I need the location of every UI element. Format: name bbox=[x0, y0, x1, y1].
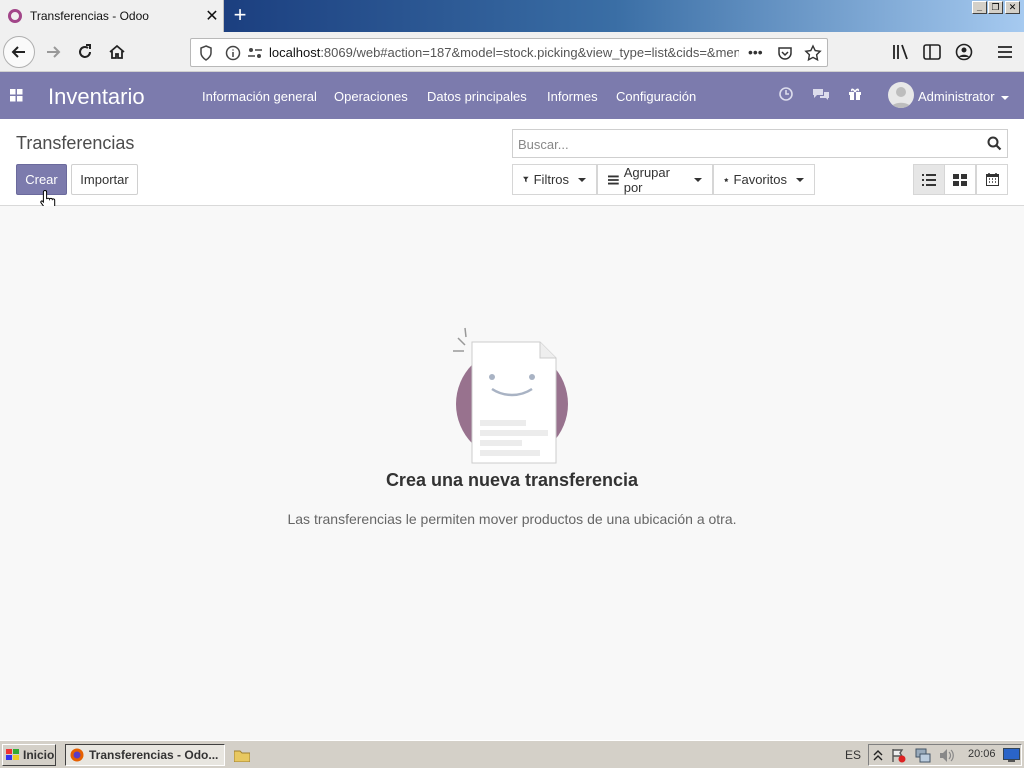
account-icon[interactable] bbox=[955, 43, 973, 61]
home-icon bbox=[109, 44, 125, 59]
favorites-dropdown[interactable]: Favoritos bbox=[713, 164, 815, 195]
back-arrow-icon bbox=[11, 46, 25, 58]
breadcrumb: Transferencias bbox=[16, 133, 135, 153]
kanban-view-icon bbox=[953, 173, 967, 186]
menu-operaciones[interactable]: Operaciones bbox=[334, 89, 408, 104]
calendar-view-icon bbox=[985, 173, 999, 186]
activity-clock-icon[interactable] bbox=[779, 87, 793, 101]
desktop-icon[interactable] bbox=[1003, 748, 1020, 763]
odoo-favicon-icon bbox=[8, 9, 22, 23]
folder-icon[interactable] bbox=[234, 749, 250, 762]
permissions-icon[interactable] bbox=[247, 46, 263, 60]
start-button[interactable]: Inicio bbox=[2, 744, 56, 766]
main-content: Crea una nueva transferencia Las transfe… bbox=[0, 206, 1024, 740]
volume-icon[interactable] bbox=[939, 748, 955, 763]
favorites-label: Favoritos bbox=[733, 172, 787, 187]
import-button[interactable]: Importar bbox=[71, 164, 138, 195]
forward-arrow-icon bbox=[47, 46, 61, 58]
browser-tab[interactable]: Transferencias - Odoo ✕ bbox=[0, 0, 224, 32]
app-name[interactable]: Inventario bbox=[48, 84, 145, 110]
filters-label: Filtros bbox=[533, 172, 569, 187]
search-input[interactable]: Buscar... bbox=[518, 137, 569, 152]
taskbar-clock: 20:06 bbox=[968, 748, 996, 760]
taskbar-item-label: Transferencias - Odo... bbox=[89, 748, 219, 762]
menu-datos-principales[interactable]: Datos principales bbox=[427, 89, 527, 104]
kanban-view-button[interactable] bbox=[944, 164, 976, 195]
empty-document-illustration-icon bbox=[453, 327, 568, 464]
start-label: Inicio bbox=[23, 748, 55, 762]
control-panel: Transferencias Crear Importar Buscar... … bbox=[0, 119, 1024, 210]
search-bar[interactable]: Buscar... bbox=[512, 129, 1008, 158]
page-actions-icon[interactable]: ••• bbox=[748, 44, 763, 60]
tray-expand-icon[interactable] bbox=[873, 749, 883, 761]
user-menu[interactable]: Administrator bbox=[918, 89, 1009, 104]
filter-icon bbox=[523, 176, 529, 183]
chevron-down-icon bbox=[1000, 95, 1009, 100]
empty-state-text: Las transferencias le permiten mover pro… bbox=[287, 511, 737, 527]
user-avatar[interactable] bbox=[888, 82, 914, 108]
reload-button[interactable] bbox=[69, 36, 101, 68]
filters-dropdown[interactable]: Filtros bbox=[512, 164, 597, 195]
chevron-down-icon bbox=[578, 177, 586, 182]
bookmark-star-icon[interactable] bbox=[804, 44, 822, 62]
user-silhouette-icon bbox=[891, 87, 911, 108]
network-icon[interactable] bbox=[915, 748, 931, 763]
groupby-label: Agrupar por bbox=[623, 164, 670, 195]
windows-taskbar: Inicio Transferencias - Odo... ES 20:06 bbox=[0, 740, 1024, 768]
library-icon[interactable] bbox=[892, 44, 910, 60]
reload-icon bbox=[79, 44, 91, 58]
search-icon[interactable] bbox=[987, 136, 1002, 151]
windows-logo-icon bbox=[6, 749, 19, 760]
user-name: Administrator bbox=[918, 89, 995, 104]
menu-configuracion[interactable]: Configuración bbox=[616, 89, 696, 104]
url-text[interactable]: localhost:8069/web#action=187&model=stoc… bbox=[269, 45, 739, 60]
menu-informes[interactable]: Informes bbox=[547, 89, 598, 104]
restore-icon[interactable]: ❐ bbox=[988, 1, 1003, 14]
pocket-icon[interactable] bbox=[777, 45, 793, 61]
apps-menu-icon[interactable] bbox=[10, 89, 23, 102]
info-icon[interactable] bbox=[225, 45, 241, 61]
browser-navbar: localhost:8069/web#action=187&model=stoc… bbox=[0, 32, 1024, 72]
menu-informacion-general[interactable]: Información general bbox=[202, 89, 317, 104]
empty-state-title: Crea una nueva transferencia bbox=[385, 470, 639, 490]
hamburger-menu-icon[interactable] bbox=[997, 45, 1013, 59]
list-view-button[interactable] bbox=[913, 164, 945, 195]
list-view-icon bbox=[922, 173, 936, 186]
url-bar[interactable]: localhost:8069/web#action=187&model=stoc… bbox=[190, 38, 828, 67]
shield-icon[interactable] bbox=[199, 45, 213, 61]
sidebar-icon[interactable] bbox=[923, 44, 941, 60]
chevron-down-icon bbox=[694, 177, 702, 182]
close-tab-icon[interactable]: ✕ bbox=[201, 6, 223, 26]
minimize-icon[interactable]: _ bbox=[972, 1, 987, 14]
window-close-icon[interactable]: ✕ bbox=[1005, 1, 1020, 14]
groupby-dropdown[interactable]: Agrupar por bbox=[597, 164, 713, 195]
taskbar-firefox-item[interactable]: Transferencias - Odo... bbox=[65, 744, 225, 766]
language-indicator[interactable]: ES bbox=[845, 748, 861, 762]
forward-button[interactable] bbox=[37, 36, 69, 68]
security-alert-icon[interactable] bbox=[891, 748, 907, 763]
chevron-down-icon bbox=[796, 177, 804, 182]
tab-title: Transferencias - Odoo bbox=[30, 9, 149, 23]
browser-tab-bar: Transferencias - Odoo ✕ + _ ❐ ✕ bbox=[0, 0, 1024, 32]
back-button[interactable] bbox=[3, 36, 35, 68]
messages-icon[interactable] bbox=[812, 87, 830, 101]
star-icon bbox=[724, 177, 729, 182]
gift-icon[interactable] bbox=[848, 87, 862, 101]
odoo-main-navbar: Inventario Información general Operacion… bbox=[0, 72, 1024, 119]
home-button[interactable] bbox=[101, 36, 133, 68]
list-bars-icon bbox=[608, 175, 619, 184]
calendar-view-button[interactable] bbox=[976, 164, 1008, 195]
new-tab-button[interactable]: + bbox=[228, 4, 252, 28]
firefox-icon bbox=[70, 748, 84, 762]
